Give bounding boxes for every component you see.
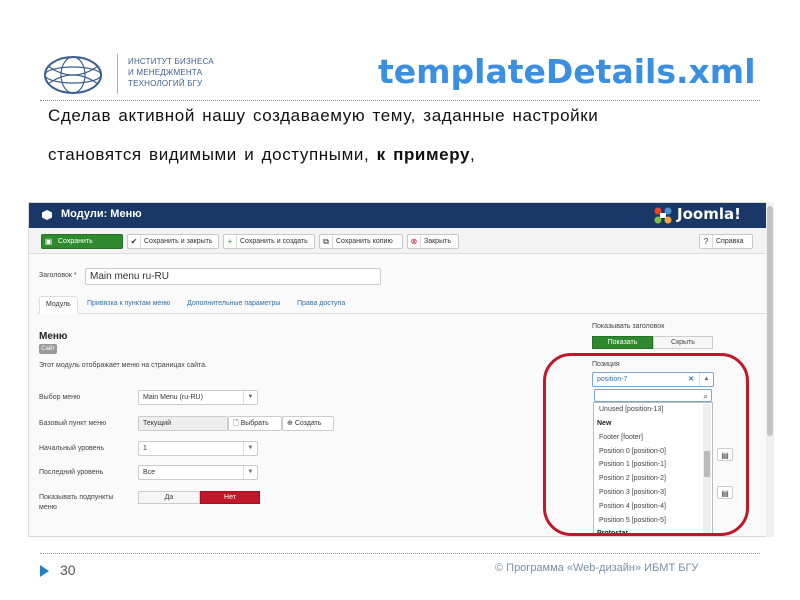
screenshot-scrollbar-thumb — [767, 206, 773, 436]
title-input[interactable]: Main menu ru-RU — [85, 268, 381, 285]
institute-name: ИНСТИТУТ БИЗНЕСА И МЕНЕДЖМЕНТА ТЕХНОЛОГИ… — [128, 56, 258, 89]
hide-title-button[interactable]: Скрыть — [653, 336, 713, 349]
close-icon: ⊗ — [408, 235, 421, 248]
close-button[interactable]: ⊗ Закрыть — [407, 234, 459, 249]
tab-menu-assignment[interactable]: Привязка к пунктам меню — [81, 296, 176, 314]
show-title-button[interactable]: Показать — [592, 336, 653, 349]
copyright: © Программа «Web-дизайн» ИБМТ БГУ — [495, 562, 699, 574]
start-level-select[interactable]: 1 ▼ — [138, 441, 258, 456]
no-toggle[interactable]: Нет — [200, 491, 260, 504]
body-line-2-text: становятся видимыми и доступными, — [48, 145, 377, 164]
help-label: Справка — [716, 238, 744, 245]
title-label: Заголовок * — [39, 272, 77, 279]
start-level-label: Начальный уровень — [39, 445, 105, 452]
save-new-button[interactable]: + Сохранить и создать — [223, 234, 315, 249]
logo-line-3: ТЕХНОЛОГИЙ БГУ — [128, 79, 203, 88]
logo-divider — [117, 54, 118, 94]
check-icon: ✔ — [128, 235, 141, 248]
save-button[interactable]: ▣ Сохранить — [41, 234, 123, 249]
logo-line-1: ИНСТИТУТ БИЗНЕСА — [128, 57, 214, 66]
arrow-right-icon — [40, 565, 49, 577]
create-item-label: Создать — [294, 420, 322, 427]
create-item-button[interactable]: ⊕ Создать — [282, 416, 334, 431]
body-line-2-tail: , — [470, 145, 476, 164]
section-title: Меню — [39, 331, 68, 342]
save-copy-label: Сохранить копию — [336, 238, 393, 245]
save-icon: ▣ — [44, 237, 53, 246]
slide-body-text: Сделав активной нашу создаваемую тему, з… — [48, 96, 753, 174]
chevron-down-icon: ▼ — [243, 442, 257, 455]
footer-divider — [40, 553, 760, 554]
save-copy-button[interactable]: ⧉ Сохранить копию — [319, 234, 403, 249]
window-title: Модули: Меню — [61, 208, 142, 220]
help-button[interactable]: ? Справка — [699, 234, 753, 249]
module-description: Этот модуль отображает меню на страницах… — [39, 362, 208, 369]
tab-permissions[interactable]: Права доступа — [291, 296, 351, 314]
end-level-label: Последний уровень — [39, 469, 104, 476]
base-item-label: Базовый пункт меню — [39, 420, 107, 427]
page-number: 30 — [60, 562, 76, 578]
end-level-value: Все — [143, 469, 156, 476]
joomla-screenshot: Модули: Меню Joomla! ▣ Сохранить ✔ Сохрани… — [28, 202, 774, 537]
menu-label: Выбор меню — [39, 394, 81, 401]
plus-icon: + — [224, 235, 237, 248]
save-new-label: Сохранить и создать — [240, 238, 308, 245]
plus-circle-icon: ⊕ — [287, 420, 295, 427]
end-level-select[interactable]: Все ▼ — [138, 465, 258, 480]
body-line-1: Сделав активной нашу создаваемую тему, з… — [48, 106, 599, 125]
highlight-circle — [543, 353, 749, 536]
cube-icon — [42, 210, 52, 220]
show-subitems-label-2: меню — [39, 504, 57, 511]
tab-advanced[interactable]: Дополнительные параметры — [181, 296, 286, 314]
yes-toggle[interactable]: Да — [138, 491, 200, 504]
logo-line-2: И МЕНЕДЖМЕНТА — [128, 68, 203, 77]
site-badge: Сайт — [39, 344, 57, 354]
save-close-label: Сохранить и закрыть — [144, 238, 213, 245]
base-item-field: Текущий — [138, 416, 228, 431]
joomla-brand: Joomla! — [677, 205, 741, 223]
file-icon: 🗋 — [233, 420, 241, 427]
select-item-button[interactable]: 🗋 Выбрать — [228, 416, 282, 431]
start-level-value: 1 — [143, 445, 147, 452]
save-label: Сохранить — [58, 238, 93, 245]
menu-select-value: Main Menu (ru-RU) — [143, 394, 203, 401]
institute-logo-icon — [44, 56, 102, 94]
joomla-logo-icon — [654, 207, 672, 224]
chevron-down-icon: ▼ — [243, 466, 257, 479]
body-line-2-bold: к примеру — [376, 145, 471, 164]
chevron-down-icon: ▼ — [243, 391, 257, 404]
question-icon: ? — [700, 235, 713, 248]
menu-select[interactable]: Main Menu (ru-RU) ▼ — [138, 390, 258, 405]
slide-title: templateDetails.xml — [378, 52, 756, 91]
tab-module[interactable]: Модуль — [39, 296, 78, 314]
select-item-label: Выбрать — [240, 420, 269, 427]
show-title-label: Показывать заголовок — [592, 323, 665, 330]
close-label: Закрыть — [424, 238, 451, 245]
show-subitems-label-1: Показывать подпункты — [39, 494, 114, 501]
body-line-2: становятся видимыми и доступными, к прим… — [48, 135, 753, 174]
show-subitems-label: Показывать подпункты меню — [39, 493, 114, 513]
save-close-button[interactable]: ✔ Сохранить и закрыть — [127, 234, 219, 249]
copy-icon: ⧉ — [320, 235, 333, 248]
